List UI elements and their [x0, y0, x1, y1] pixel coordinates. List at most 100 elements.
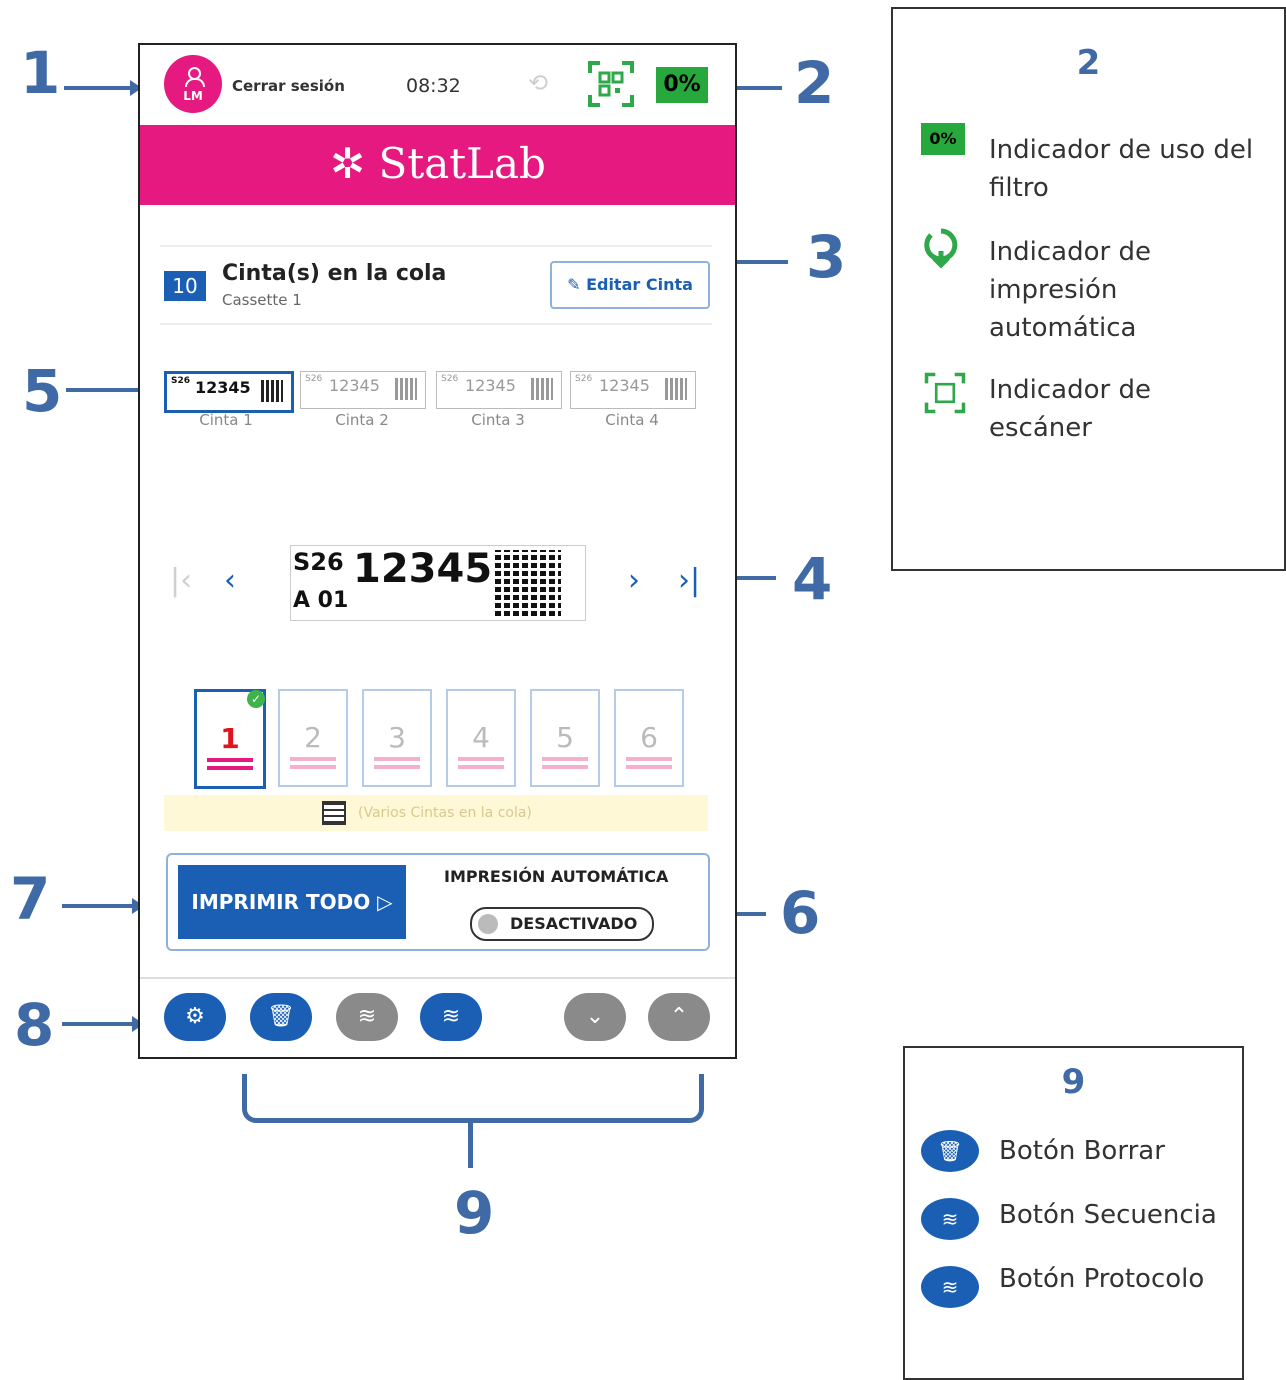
cassette-slot[interactable]: 6 — [614, 689, 684, 787]
tape-prefix: S26 — [575, 374, 593, 384]
current-tape-prefix: S26 — [293, 548, 344, 576]
trash-icon: 🗑 — [267, 1004, 295, 1029]
current-tape-number: 12345 — [353, 546, 493, 592]
cassette-slot[interactable]: 2 — [278, 689, 348, 787]
bottom-toolbar: ⚙ 🗑 ≋ ≋ ⌄ ⌃ — [140, 977, 735, 1057]
slot-bar — [290, 765, 336, 769]
user-avatar[interactable]: LM — [164, 55, 222, 113]
edit-icon: ✎ — [567, 275, 581, 294]
qr-code-icon — [261, 380, 283, 402]
sequence-button[interactable]: ≋ — [336, 993, 398, 1041]
legend-indicators: 2 0% Indicador de uso del filtro Indicad… — [891, 7, 1286, 571]
tape-number: 12345 — [465, 376, 516, 395]
queue-notice: (Varios Cintas en la cola) — [164, 795, 708, 831]
auto-print-label: IMPRESIÓN AUTOMÁTICA — [444, 867, 669, 886]
legend-item: Indicador de escáner — [989, 375, 1151, 443]
protocol-button[interactable]: ≋ — [420, 993, 482, 1041]
slot-number: 2 — [304, 721, 322, 754]
cassette-slot[interactable]: 4 — [446, 689, 516, 787]
layers-icon: ≋ — [441, 1004, 461, 1029]
slot-bar — [207, 758, 253, 762]
slot-bar — [374, 765, 420, 769]
current-tape-position: A 01 — [293, 588, 349, 613]
cassette-slot[interactable]: 3 — [362, 689, 432, 787]
device-screen: LM Cerrar sesión 08:32 ⟲ 0% ✲ StatLab 10… — [138, 43, 737, 1059]
delete-button[interactable]: 🗑 — [250, 993, 312, 1041]
print-all-button[interactable]: IMPRIMIR TODO ▷ — [178, 865, 406, 939]
toggle-label: DESACTIVADO — [510, 914, 638, 933]
callout-1-arrow — [64, 80, 142, 96]
slot-bar — [542, 765, 588, 769]
callout-9-stem — [468, 1120, 473, 1168]
refresh-icon — [924, 228, 958, 269]
current-tape-preview: S26 12345 A 01 — [290, 545, 586, 621]
legend-item: Botón Secuencia — [999, 1200, 1217, 1230]
tape-thumb[interactable]: S26 12345 — [300, 371, 426, 409]
callout-3: 3 — [806, 223, 847, 291]
layers-icon: ≋ — [357, 1004, 377, 1029]
callout-5-arrow — [66, 382, 150, 398]
qr-scanner-icon[interactable] — [586, 59, 636, 109]
legend-buttons: 9 🗑 Botón Borrar ≋ Botón Secuencia ≋ Bot… — [903, 1046, 1244, 1380]
cassette-slot[interactable]: 5 — [530, 689, 600, 787]
cassette-slot[interactable]: ✓ 1 — [194, 689, 266, 789]
callout-7-arrow — [62, 898, 144, 914]
gear-icon: ⚙ — [185, 1004, 205, 1029]
slot-bar — [458, 765, 504, 769]
tape-label: Cinta 2 — [335, 411, 389, 429]
slot-number: 4 — [472, 721, 490, 754]
user-body-icon — [185, 78, 205, 87]
refresh-icon: ⟲ — [528, 69, 549, 97]
slot-number: 6 — [640, 721, 658, 754]
settings-button[interactable]: ⚙ — [164, 993, 226, 1041]
tape-label: Cinta 3 — [471, 411, 525, 429]
slot-number: 3 — [388, 721, 406, 754]
tape-prefix: S26 — [305, 374, 323, 384]
edit-tape-button[interactable]: ✎ Editar Cinta — [550, 261, 710, 309]
callout-1: 1 — [20, 39, 61, 107]
callout-8: 8 — [14, 991, 55, 1059]
qr-code-icon — [395, 378, 417, 400]
tape-number: 12345 — [329, 376, 380, 395]
layers-icon: ≋ — [921, 1198, 979, 1240]
check-icon: ✓ — [247, 690, 265, 708]
tape-number: 12345 — [195, 378, 251, 397]
qr-code-icon — [531, 378, 553, 400]
queue-title: Cinta(s) en la cola — [222, 261, 447, 286]
queue-subtitle: Cassette 1 — [222, 291, 302, 309]
filter-usage-icon: 0% — [921, 123, 965, 155]
tape-thumb[interactable]: S26 12345 — [436, 371, 562, 409]
auto-print-toggle[interactable]: DESACTIVADO — [470, 907, 654, 941]
queue-count-badge: 10 — [164, 271, 206, 301]
tape-label: Cinta 4 — [605, 411, 659, 429]
slot-bar — [626, 757, 672, 761]
slot-bar — [458, 757, 504, 761]
chevron-up-icon: ⌃ — [669, 1004, 689, 1029]
tape-thumb[interactable]: S26 12345 — [570, 371, 696, 409]
brand-banner: ✲ StatLab — [140, 125, 735, 205]
tape-thumbnails: S26 12345 Cinta 1 S26 12345 Cinta 2 S26 … — [164, 371, 724, 437]
queue-notice-text: (Varios Cintas en la cola) — [358, 805, 532, 821]
callout-2: 2 — [794, 49, 835, 117]
legend-item: Botón Borrar — [999, 1136, 1165, 1166]
tape-thumb[interactable]: S26 12345 — [164, 371, 294, 413]
toggle-knob — [478, 914, 498, 934]
logout-button[interactable]: Cerrar sesión — [232, 77, 345, 95]
last-tape-icon[interactable]: ›| — [678, 563, 700, 598]
legend-item: Indicador de uso del filtro — [989, 135, 1254, 203]
trash-icon: 🗑 — [921, 1130, 979, 1172]
statlab-logo: ✲ StatLab — [330, 139, 546, 188]
scroll-down-button[interactable]: ⌄ — [564, 993, 626, 1041]
next-tape-icon[interactable]: › — [628, 563, 640, 598]
scroll-up-button[interactable]: ⌃ — [648, 993, 710, 1041]
previous-tape-icon[interactable]: ‹ — [224, 563, 236, 598]
queue-header: 10 Cinta(s) en la cola Cassette 1 ✎ Edit… — [160, 245, 712, 325]
print-panel: IMPRIMIR TODO ▷ IMPRESIÓN AUTOMÁTICA DES… — [166, 853, 710, 951]
qr-code-pattern — [495, 550, 561, 616]
tape-prefix: S26 — [171, 376, 191, 386]
layers-icon: ≋ — [921, 1266, 979, 1308]
avatar-initials: LM — [183, 89, 203, 103]
first-tape-icon[interactable]: |‹ — [170, 563, 192, 598]
callout-5: 5 — [22, 357, 63, 425]
filter-usage-badge: 0% — [656, 67, 708, 103]
